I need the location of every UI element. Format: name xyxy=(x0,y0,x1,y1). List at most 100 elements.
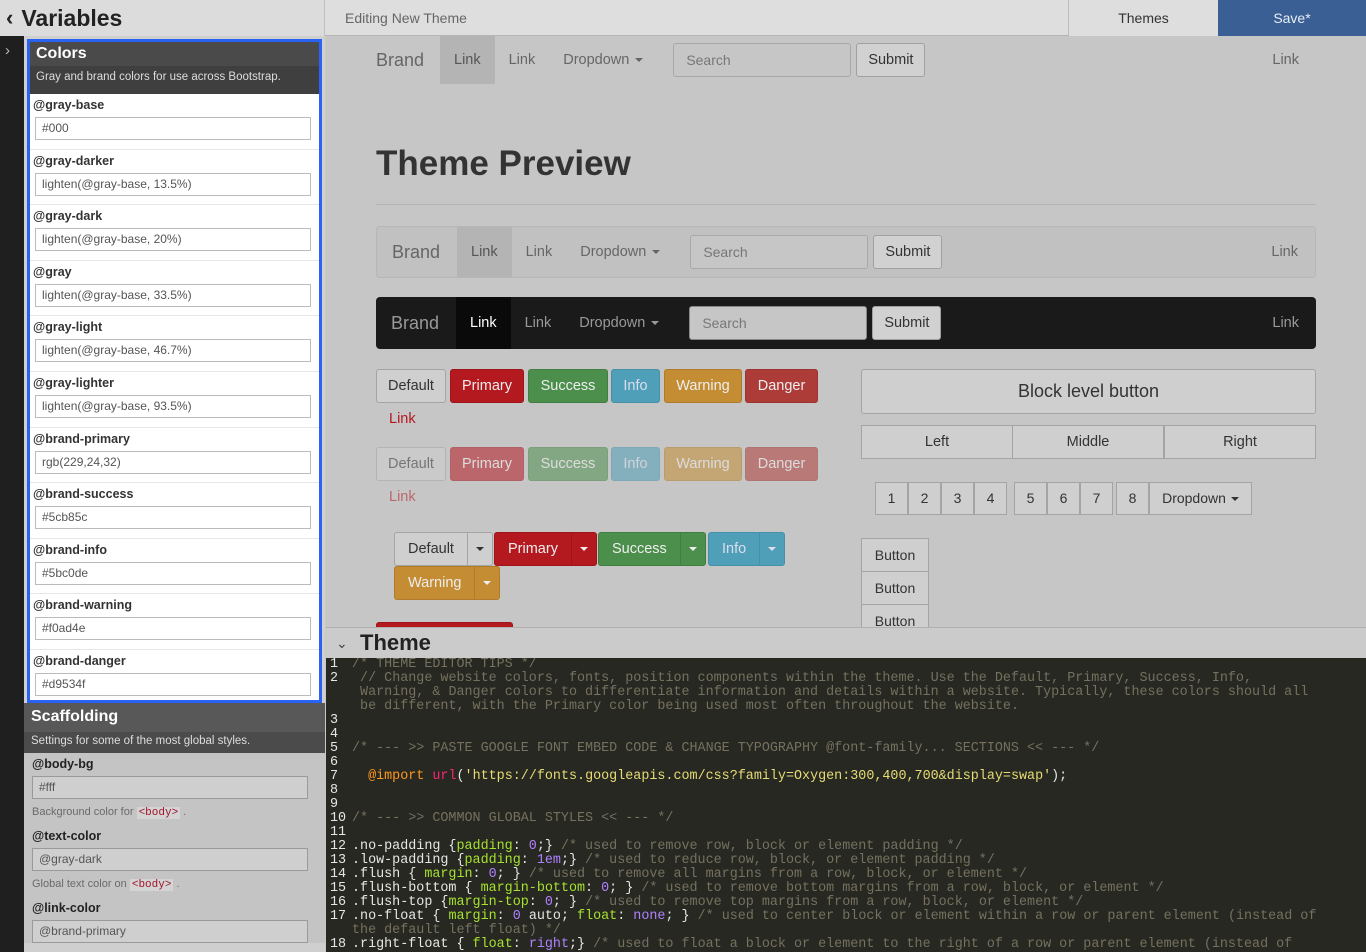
success-button[interactable]: Success xyxy=(528,447,608,481)
warning-button[interactable]: Warning xyxy=(664,369,742,403)
navbar-dropdown[interactable]: Dropdown xyxy=(549,36,657,84)
primary-split-button[interactable]: Primary xyxy=(494,532,571,566)
vertical-group-button[interactable]: Button xyxy=(861,538,929,572)
navbar-right-link[interactable]: Link xyxy=(1272,315,1299,331)
variable-input[interactable]: lighten(@gray-base, 46.7%) xyxy=(35,339,311,363)
pagination-button[interactable]: 8 xyxy=(1116,482,1149,515)
navbar-submit-button[interactable]: Submit xyxy=(856,43,926,77)
link-button[interactable]: Link xyxy=(389,489,416,505)
code-text: .flush-bottom { margin-bottom: 0; } /* u… xyxy=(352,881,1164,896)
variable-input[interactable]: #fff xyxy=(32,776,308,799)
variable-input[interactable]: #d9534f xyxy=(35,672,311,696)
scaffolding-section-title[interactable]: Scaffolding xyxy=(24,703,325,732)
pagination-button[interactable]: 4 xyxy=(974,482,1007,515)
primary-button[interactable]: Primary xyxy=(450,369,524,403)
pagination-dropdown[interactable]: Dropdown xyxy=(1149,482,1252,515)
variable-input[interactable]: @gray-dark xyxy=(32,848,308,871)
split-toggle-caret-icon[interactable] xyxy=(474,566,501,600)
justified-button[interactable]: Left xyxy=(861,425,1013,459)
line-number: 15 xyxy=(330,881,347,896)
back-chevron-icon[interactable]: ‹ xyxy=(6,5,13,31)
navbar-link-active[interactable]: Link xyxy=(440,36,495,84)
variable-input[interactable]: rgb(229,24,32) xyxy=(35,450,311,474)
success-button[interactable]: Success xyxy=(528,369,608,403)
navbar-right-link[interactable]: Link xyxy=(1271,244,1298,260)
navbar-link-active[interactable]: Link xyxy=(457,227,512,277)
theme-editor-title: Theme xyxy=(360,630,431,655)
primary-button[interactable]: Primary xyxy=(450,447,524,481)
navbar-search-input[interactable]: Search xyxy=(673,43,852,77)
success-split-button[interactable]: Success xyxy=(598,532,680,566)
default-button[interactable]: Default xyxy=(376,447,446,481)
navbar-link-active[interactable]: Link xyxy=(456,297,511,349)
pagination-button[interactable]: 3 xyxy=(941,482,974,515)
code-text: /* --- >> PASTE GOOGLE FONT EMBED CODE &… xyxy=(352,741,1100,756)
navbar-link[interactable]: Link xyxy=(512,227,567,277)
pagination-button[interactable]: 5 xyxy=(1014,482,1047,515)
variable-input[interactable]: #000 xyxy=(35,117,311,140)
navbar-right-link[interactable]: Link xyxy=(1272,52,1299,68)
navbar-link[interactable]: Link xyxy=(511,297,566,349)
pagination-button[interactable]: 6 xyxy=(1047,482,1080,515)
variable-input[interactable]: lighten(@gray-base, 93.5%) xyxy=(35,394,311,418)
navbar-submit-button[interactable]: Submit xyxy=(873,235,943,269)
info-button[interactable]: Info xyxy=(611,447,660,481)
navbar-search-input[interactable]: Search xyxy=(689,306,868,340)
variable-input[interactable]: lighten(@gray-base, 20%) xyxy=(35,228,311,252)
variable-input[interactable]: @brand-primary xyxy=(32,920,308,943)
default-split-button[interactable]: Default xyxy=(394,532,467,566)
theme-editor-header[interactable]: ⌄ Theme xyxy=(326,627,1366,658)
navbar-link[interactable]: Link xyxy=(495,36,550,84)
vertical-group-button[interactable]: Button xyxy=(861,604,929,627)
colors-section-title[interactable]: Colors xyxy=(30,42,319,66)
split-toggle-caret-icon[interactable] xyxy=(759,532,786,566)
collapse-chevron-icon[interactable]: ⌄ xyxy=(336,635,360,652)
info-button[interactable]: Info xyxy=(611,369,660,403)
navbar-dropdown[interactable]: Dropdown xyxy=(566,227,674,277)
split-toggle-caret-icon[interactable] xyxy=(679,532,706,566)
line-number: 1 xyxy=(330,658,339,672)
scaffolding-variable-list: @body-bg #fff Background color for <body> … xyxy=(24,753,325,943)
navbar-brand[interactable]: Brand xyxy=(376,313,456,334)
help-text-end: . xyxy=(176,878,180,890)
block-level-button[interactable]: Block level button xyxy=(861,369,1316,414)
line-number: 4 xyxy=(330,727,339,742)
justified-button[interactable]: Middle xyxy=(1012,425,1164,459)
code-line: 3 xyxy=(326,714,1366,728)
navbar-brand[interactable]: Brand xyxy=(377,242,457,263)
caret-down-icon xyxy=(579,547,588,551)
navbar-dropdown[interactable]: Dropdown xyxy=(565,297,673,349)
default-button[interactable]: Default xyxy=(376,369,446,403)
variable-input[interactable]: #f0ad4e xyxy=(35,617,311,641)
warning-split-button[interactable]: Warning xyxy=(394,566,475,600)
expand-chevron-icon[interactable]: › xyxy=(5,42,10,59)
variable-help-text: Global text color on <body> . xyxy=(32,871,317,897)
navbar-brand[interactable]: Brand xyxy=(376,50,440,71)
save-button[interactable]: Save* xyxy=(1218,0,1366,36)
caret-down-icon xyxy=(652,250,661,254)
danger-button[interactable]: Danger xyxy=(745,447,818,481)
pagination-button[interactable]: 2 xyxy=(908,482,941,515)
link-button[interactable]: Link xyxy=(389,411,416,427)
navbar-submit-button[interactable]: Submit xyxy=(872,306,942,340)
variable-input[interactable]: #5cb85c xyxy=(35,506,311,530)
themes-button[interactable]: Themes xyxy=(1068,0,1218,36)
split-toggle-caret-icon[interactable] xyxy=(570,532,597,566)
pagination-button[interactable]: 7 xyxy=(1080,482,1113,515)
preview-navbar-top: Brand Link Link Dropdown Search Submit Link xyxy=(376,36,1316,84)
justified-button[interactable]: Right xyxy=(1164,425,1316,459)
navbar-search-input[interactable]: Search xyxy=(690,235,869,269)
variable-input[interactable]: lighten(@gray-base, 33.5%) xyxy=(35,283,311,307)
variable-row: @brand-primary rgb(229,24,32) xyxy=(30,428,319,484)
variable-input[interactable]: #5bc0de xyxy=(35,561,311,585)
warning-button[interactable]: Warning xyxy=(664,447,742,481)
vertical-group-button[interactable]: Button xyxy=(861,571,929,605)
danger-button[interactable]: Danger xyxy=(745,369,818,403)
info-split-button[interactable]: Info xyxy=(708,532,760,566)
theme-code-editor[interactable]: 1/* THEME EDITOR TIPS */2 // Change webs… xyxy=(326,658,1366,952)
split-toggle-caret-icon[interactable] xyxy=(466,532,493,566)
variable-input[interactable]: lighten(@gray-base, 13.5%) xyxy=(35,172,311,196)
pagination-button[interactable]: 1 xyxy=(875,482,908,515)
editing-theme-label: Editing New Theme xyxy=(345,10,467,26)
